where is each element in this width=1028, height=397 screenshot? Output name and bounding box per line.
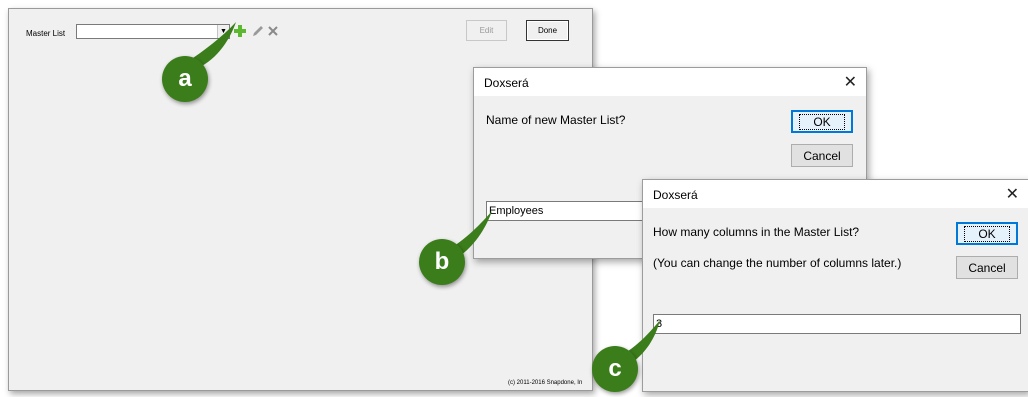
column-count-input[interactable]: 3 <box>653 314 1021 334</box>
master-list-value <box>77 31 79 40</box>
done-button[interactable]: Done <box>526 20 569 41</box>
callout-b: b <box>419 239 465 285</box>
ok-button[interactable]: OK <box>956 222 1018 245</box>
cancel-button[interactable]: Cancel <box>791 144 853 167</box>
dialog-title: Doxserá <box>653 188 698 202</box>
close-icon[interactable]: ✕ <box>844 72 857 92</box>
dialog-prompt: Name of new Master List? <box>486 113 626 127</box>
callout-a: a <box>162 56 208 102</box>
master-list-label: Master List <box>26 29 66 38</box>
dialog-prompt: How many columns in the Master List? <box>653 225 860 239</box>
ok-button[interactable]: OK <box>791 110 853 133</box>
cancel-button[interactable]: Cancel <box>956 256 1018 279</box>
title-bar: Doxserá ✕ <box>474 68 866 96</box>
delete-icon[interactable] <box>266 24 280 38</box>
callout-c: c <box>592 346 638 392</box>
copyright-text: (c) 2011-2016 Snapdone, In <box>508 380 583 386</box>
dialog-note: (You can change the number of columns la… <box>653 256 902 270</box>
master-list-name-input[interactable]: Employees <box>486 201 646 221</box>
pencil-icon[interactable] <box>251 24 265 38</box>
column-count-dialog: Doxserá ✕ How many columns in the Master… <box>642 179 1028 392</box>
dialog-title: Doxserá <box>484 76 529 90</box>
title-bar: Doxserá ✕ <box>643 180 1028 208</box>
edit-button[interactable]: Edit <box>466 20 507 41</box>
close-icon[interactable]: ✕ <box>1006 184 1019 204</box>
